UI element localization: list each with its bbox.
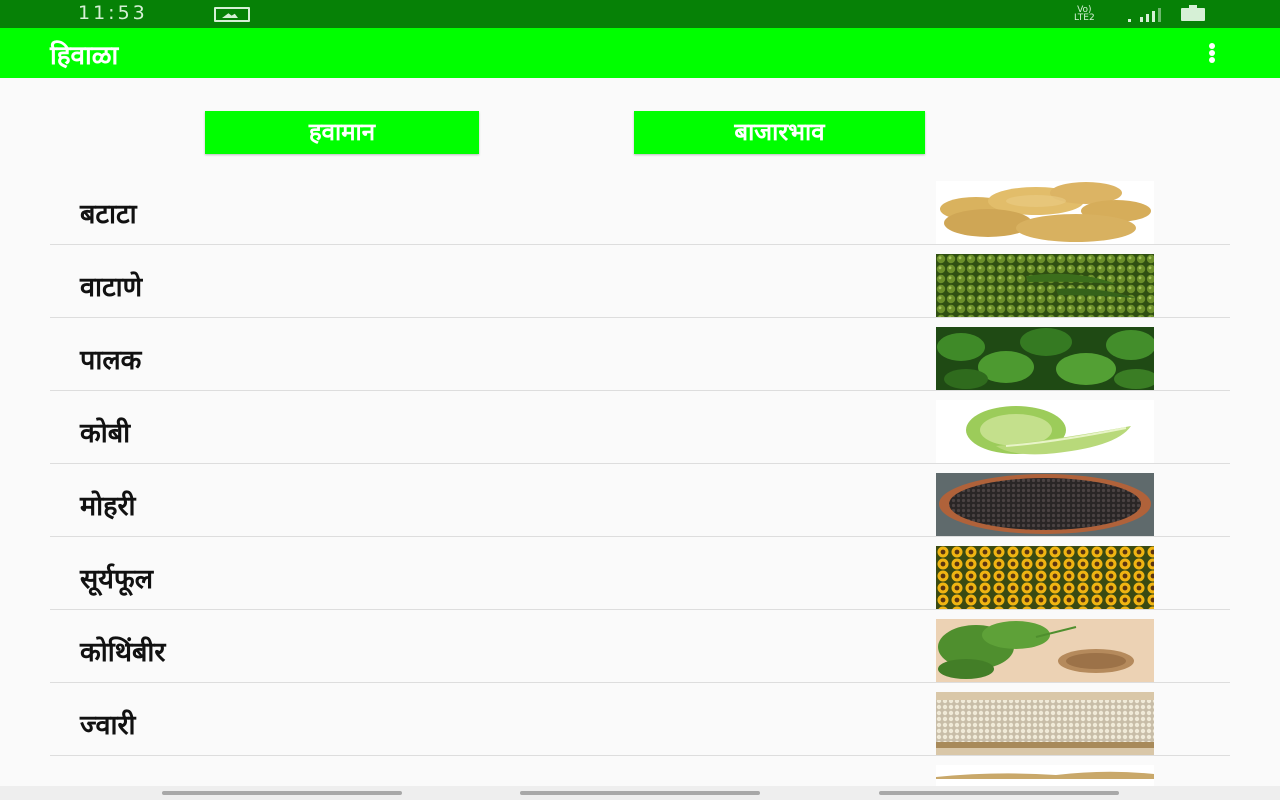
crop-row-partial[interactable] — [50, 756, 1230, 786]
crop-name: वाटाणे — [80, 272, 143, 303]
coriander-image — [936, 619, 1154, 682]
sorghum-image — [936, 692, 1154, 755]
navigation-bar — [0, 786, 1280, 800]
market-price-button[interactable]: बाजारभाव — [634, 111, 925, 154]
nav-pill[interactable] — [520, 791, 760, 795]
sunflower-field-image — [936, 546, 1154, 609]
status-time: 11:53 — [78, 2, 148, 24]
spinach-image — [936, 327, 1154, 390]
weather-button[interactable]: हवामान — [205, 111, 479, 154]
crop-name: कोबी — [80, 418, 131, 449]
crop-name: पालक — [80, 345, 142, 376]
overflow-menu-icon[interactable] — [1200, 40, 1224, 66]
crop-name: सूर्यफूल — [80, 564, 154, 595]
crop-name: कोथिंबीर — [80, 637, 166, 668]
mustard-seeds-image — [936, 473, 1154, 536]
crop-row-mustard[interactable]: मोहरी — [50, 464, 1230, 537]
crop-list: बटाटा वाटाणे पालक कोबी मोहरी सूर्यफूल को… — [50, 172, 1230, 786]
peas-image — [936, 254, 1154, 317]
crop-row-spinach[interactable]: पालक — [50, 318, 1230, 391]
nav-pill[interactable] — [879, 791, 1119, 795]
crop-name: मोहरी — [80, 491, 136, 522]
crop-name: ज्वारी — [80, 710, 136, 741]
volte-icon: Vo) LTE2 — [1074, 5, 1095, 23]
crop-name: बटाटा — [80, 199, 137, 230]
grain-image — [936, 765, 1154, 786]
image-notification-icon — [214, 7, 250, 22]
app-bar: हिवाळा — [0, 28, 1280, 78]
crop-row-sorghum[interactable]: ज्वारी — [50, 683, 1230, 756]
crop-row-sunflower[interactable]: सूर्यफूल — [50, 537, 1230, 610]
crop-row-potato[interactable]: बटाटा — [50, 172, 1230, 245]
potato-image — [936, 181, 1154, 244]
crop-row-cabbage[interactable]: कोबी — [50, 391, 1230, 464]
signal-icon — [1126, 8, 1166, 22]
crop-row-peas[interactable]: वाटाणे — [50, 245, 1230, 318]
cabbage-image — [936, 400, 1154, 463]
battery-icon — [1181, 5, 1205, 21]
nav-pill[interactable] — [162, 791, 402, 795]
crop-row-coriander[interactable]: कोथिंबीर — [50, 610, 1230, 683]
app-title: हिवाळा — [50, 41, 119, 71]
status-bar: 11:53 Vo) LTE2 — [0, 0, 1280, 28]
